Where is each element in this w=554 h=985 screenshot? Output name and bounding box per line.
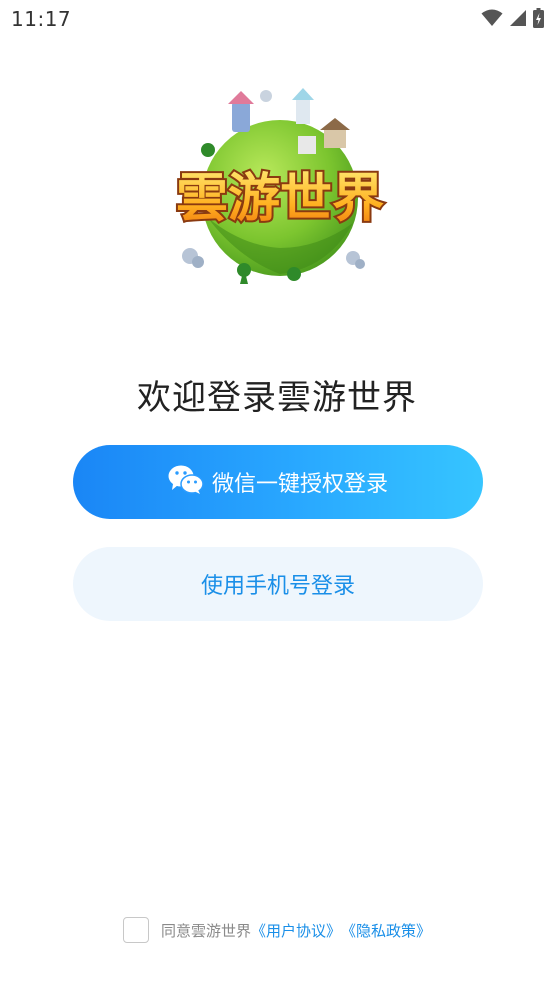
wechat-login-label: 微信一键授权登录 [211, 472, 388, 497]
login-screen: 11:17 雲游世界 欢迎登录雲游世界 微信一键授权登录 使用手机号登录 同意雲… [0, 0, 554, 985]
wifi-icon [481, 9, 503, 27]
battery-charging-icon [533, 8, 544, 28]
agreement-row: 同意雲游世界 《用户协议》 《隐私政策》 [0, 916, 554, 944]
wechat-login-button[interactable]: 微信一键授权登录 [73, 445, 483, 519]
user-agreement-link[interactable]: 《用户协议》 [251, 920, 341, 941]
privacy-policy-link[interactable]: 《隐私政策》 [341, 920, 431, 941]
phone-login-label: 使用手机号登录 [200, 574, 355, 599]
logo-text: 雲游世界 [176, 169, 384, 229]
phone-login-button[interactable]: 使用手机号登录 [73, 547, 483, 621]
status-time: 11:17 [11, 7, 72, 31]
agreement-prefix: 同意雲游世界 [160, 921, 251, 940]
status-icons [481, 8, 544, 28]
welcome-title: 欢迎登录雲游世界 [137, 378, 417, 418]
app-logo: 雲游世界 [148, 88, 410, 296]
signal-icon [509, 9, 527, 27]
agreement-checkbox[interactable] [122, 917, 149, 943]
wechat-icon [168, 465, 204, 499]
status-bar: 11:17 [0, 0, 554, 38]
